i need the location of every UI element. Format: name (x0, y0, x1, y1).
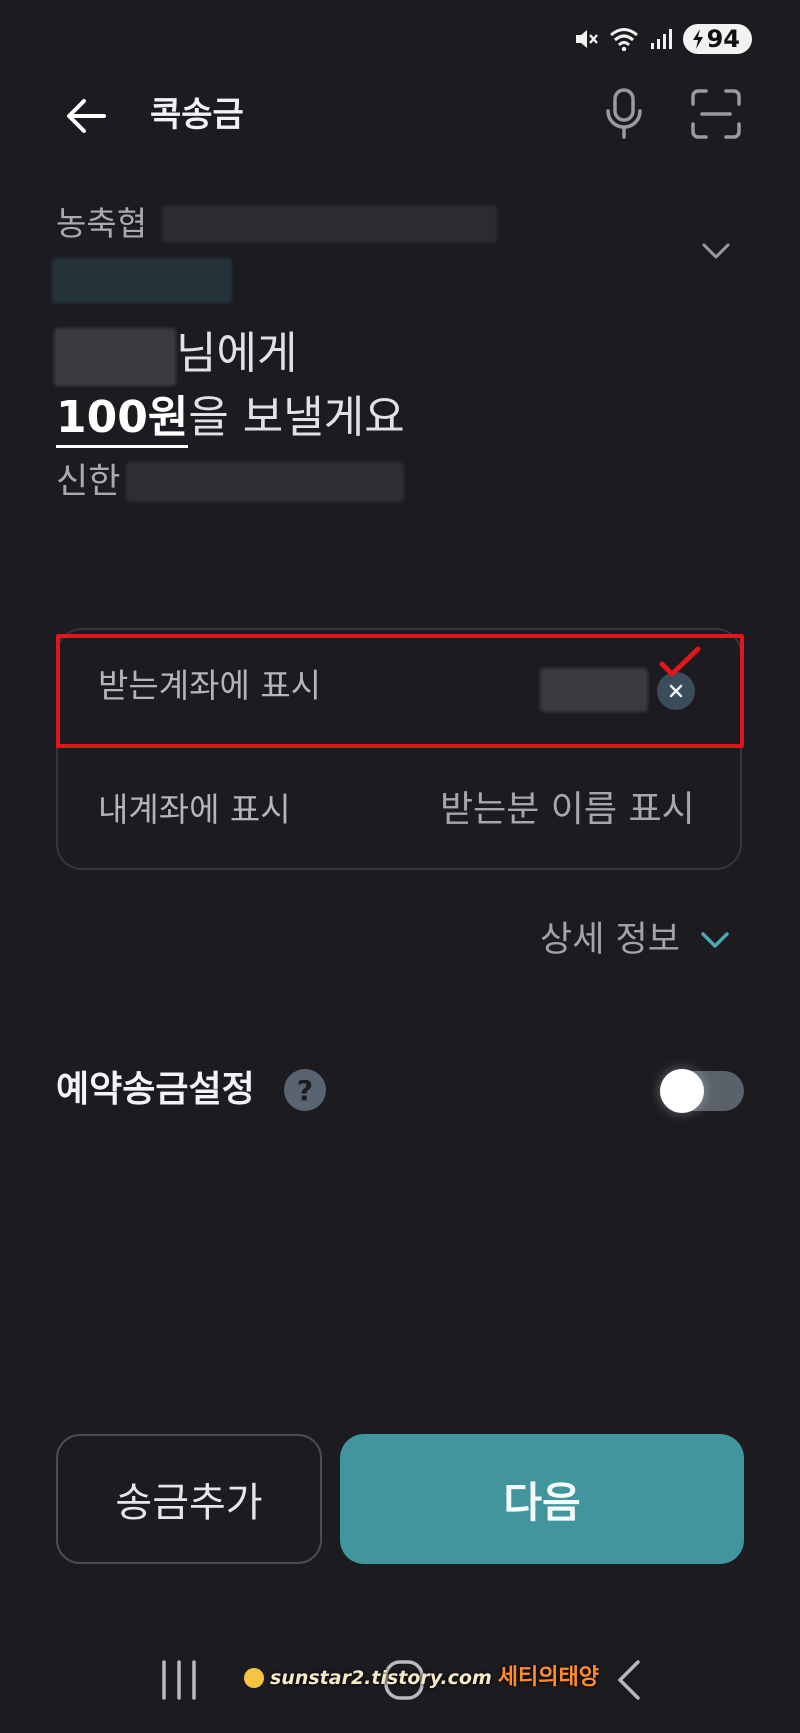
battery-level: 94 (706, 25, 740, 53)
detail-info-toggle[interactable]: 상세 정보 (540, 914, 680, 966)
page-title: 콕송금 (150, 95, 244, 135)
redacted-account-balance (52, 258, 232, 303)
scan-icon (691, 89, 741, 139)
microphone-icon (606, 88, 642, 139)
system-back-button[interactable] (612, 1658, 646, 1706)
watermark-name: 세티의태양 (497, 1665, 599, 1690)
redacted-account-number (162, 205, 497, 243)
my-display-label: 내계좌에 표시 (98, 790, 291, 829)
account-select-button[interactable] (696, 236, 736, 266)
chevron-left-icon (618, 1660, 640, 1700)
amount-suffix: 을 보낼게요 (188, 392, 405, 443)
status-bar: 94 (573, 22, 752, 56)
charging-icon (692, 29, 703, 49)
transfer-amount[interactable]: 100원 (56, 392, 189, 448)
wifi-icon (609, 28, 638, 52)
redacted-recipient-account (126, 462, 404, 502)
voice-input-button[interactable] (596, 84, 652, 144)
scheduled-transfer-label: 예약송금설정 (56, 1069, 255, 1110)
recent-apps-icon (162, 1660, 196, 1700)
check-icon (659, 646, 701, 677)
battery-indicator: 94 (682, 24, 752, 54)
add-transfer-button[interactable]: 송금추가 (56, 1434, 322, 1564)
signal-icon (650, 29, 672, 49)
recipient-bank-name: 신한 (56, 462, 121, 502)
detail-chevron[interactable] (698, 928, 732, 956)
redacted-recipient-name (54, 328, 176, 386)
mute-icon (575, 30, 598, 48)
chevron-down-icon (702, 243, 730, 259)
arrow-left-icon (67, 99, 106, 133)
highlight-box (56, 634, 744, 748)
recipient-suffix: 님에게 (176, 328, 298, 379)
next-button[interactable]: 다음 (340, 1434, 744, 1564)
checkmark-annotation (658, 646, 702, 684)
back-button[interactable] (58, 88, 114, 144)
scan-button[interactable] (686, 84, 746, 144)
recent-apps-button[interactable] (158, 1658, 200, 1706)
chevron-down-icon (701, 932, 729, 948)
watermark: sunstar2.tistory.com 세티의태양 (244, 1665, 599, 1691)
my-display-input[interactable]: 받는분 이름 표시 (440, 784, 695, 836)
amount-line: 100원을 보낼게요 (56, 386, 405, 450)
toggle-knob (660, 1069, 704, 1113)
emoji-icon (244, 1668, 264, 1688)
help-icon[interactable]: ? (284, 1069, 326, 1111)
source-bank-name: 농축협 (56, 204, 148, 243)
watermark-url: sunstar2.tistory.com (270, 1667, 492, 1689)
